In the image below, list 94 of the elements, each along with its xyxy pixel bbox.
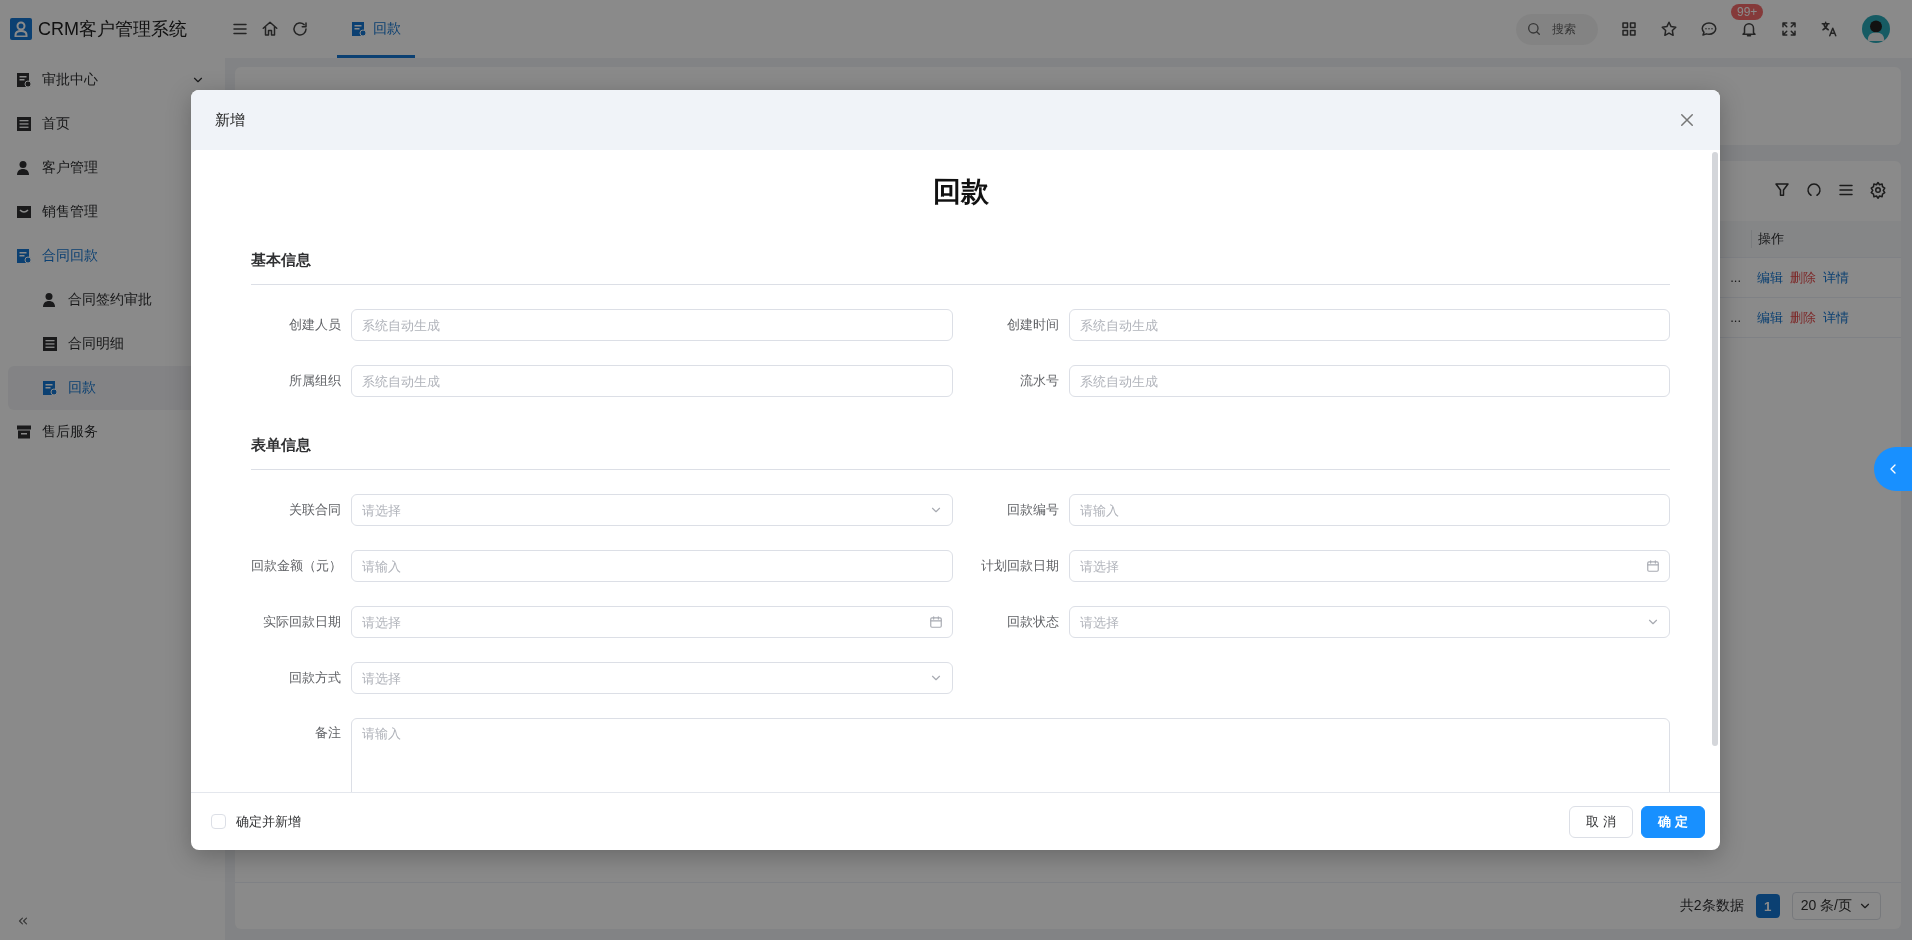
action-link[interactable]: 编辑 bbox=[1757, 308, 1783, 327]
section-title: 表单信息 bbox=[251, 435, 1670, 470]
calendar-icon bbox=[928, 615, 943, 629]
field-label: 回款编号 bbox=[1005, 501, 1060, 519]
sidebar-subitem[interactable]: 合同签约审批 bbox=[8, 278, 225, 322]
fullscreen-button[interactable] bbox=[1780, 20, 1798, 38]
refresh-button[interactable] bbox=[291, 20, 309, 38]
apps-button[interactable] bbox=[1620, 20, 1638, 38]
date-field[interactable]: 请选择 bbox=[1068, 550, 1670, 582]
settings-icon bbox=[1869, 181, 1887, 199]
search-icon bbox=[1526, 21, 1542, 37]
input-field[interactable]: 请输入 bbox=[351, 550, 953, 582]
close-button[interactable] bbox=[1678, 111, 1696, 129]
home-icon bbox=[261, 20, 279, 38]
total-count: 共2条数据 bbox=[1679, 897, 1744, 915]
field-label: 备注 bbox=[314, 724, 342, 742]
refresh-icon bbox=[1805, 181, 1823, 199]
field-label: 计划回款日期 bbox=[979, 557, 1060, 575]
select-field[interactable]: 请选择 bbox=[351, 494, 953, 526]
action-link[interactable]: 详情 bbox=[1823, 308, 1849, 327]
filter-button[interactable] bbox=[1773, 181, 1791, 199]
field-label: 流水号 bbox=[1018, 372, 1060, 390]
section-title: 基本信息 bbox=[251, 250, 1670, 285]
settings-button[interactable] bbox=[1869, 181, 1887, 199]
form-heading: 回款 bbox=[931, 175, 990, 209]
field-label: 关联合同 bbox=[288, 501, 342, 519]
field-label: 回款状态 bbox=[1005, 613, 1060, 631]
messages-button[interactable] bbox=[1700, 20, 1718, 38]
notifications-button[interactable] bbox=[1740, 20, 1758, 38]
archive-icon bbox=[16, 424, 32, 440]
app-title: CRM客户管理系统 bbox=[38, 18, 187, 41]
input-field[interactable]: 系统自动生成 bbox=[1068, 365, 1670, 397]
dialog-title: 新增 bbox=[215, 110, 245, 130]
star-icon bbox=[1660, 20, 1678, 38]
confirm-button[interactable]: 确 定 bbox=[1641, 805, 1705, 838]
document-icon bbox=[16, 248, 32, 264]
filter-icon bbox=[1773, 181, 1791, 199]
input-field[interactable]: 系统自动生成 bbox=[351, 309, 953, 341]
logo-icon bbox=[10, 18, 32, 40]
document-icon bbox=[16, 72, 32, 88]
table-cell-text: ... bbox=[1729, 270, 1742, 285]
search-field[interactable]: 搜索 bbox=[1516, 13, 1598, 45]
page-size-select[interactable]: 20 条/页 bbox=[1791, 892, 1881, 920]
favorites-button[interactable] bbox=[1660, 20, 1678, 38]
action-link[interactable]: 编辑 bbox=[1757, 268, 1783, 287]
scrollbar-thumb[interactable] bbox=[1712, 152, 1718, 746]
delete-link[interactable]: 删除 bbox=[1790, 268, 1816, 287]
sidebar-item[interactable]: 售后服务 bbox=[0, 410, 225, 454]
sidebar-item[interactable]: 销售管理 bbox=[0, 190, 225, 234]
user-icon bbox=[16, 160, 32, 176]
calendar-icon bbox=[1646, 559, 1660, 573]
refresh-icon bbox=[291, 20, 309, 38]
checkbox[interactable] bbox=[211, 814, 226, 829]
field-label: 回款金额（元） bbox=[251, 557, 343, 575]
table-cell-text: ... bbox=[1729, 310, 1742, 325]
action-link[interactable]: 详情 bbox=[1823, 268, 1849, 287]
notification-badge: 99+ bbox=[1731, 4, 1764, 20]
chat-icon bbox=[1700, 20, 1718, 38]
close-icon bbox=[1678, 111, 1696, 129]
translate-icon bbox=[1820, 20, 1838, 38]
cancel-button[interactable]: 取 消 bbox=[1569, 805, 1633, 838]
inbox-icon bbox=[16, 204, 32, 220]
refresh-button[interactable] bbox=[1805, 181, 1823, 199]
date-field[interactable]: 请选择 bbox=[351, 606, 953, 638]
document-icon bbox=[42, 380, 58, 396]
tab[interactable]: 回款 bbox=[337, 0, 415, 58]
collapse-sidebar-button[interactable] bbox=[16, 914, 30, 928]
sidebar-item[interactable]: 客户管理 bbox=[0, 146, 225, 190]
double-chevron-left-icon bbox=[16, 914, 30, 928]
language-button[interactable] bbox=[1820, 20, 1838, 38]
field-label: 实际回款日期 bbox=[262, 613, 342, 631]
page-button[interactable]: 1 bbox=[1755, 894, 1780, 918]
user-icon bbox=[42, 292, 58, 308]
home-button[interactable] bbox=[261, 20, 279, 38]
fullscreen-icon bbox=[1780, 20, 1798, 38]
select-field[interactable]: 请选择 bbox=[1068, 606, 1670, 638]
input-field[interactable]: 系统自动生成 bbox=[351, 365, 953, 397]
document-icon bbox=[351, 21, 367, 37]
input-field[interactable]: 请输入 bbox=[1068, 494, 1670, 526]
field-label: 创建人员 bbox=[288, 316, 342, 334]
avatar[interactable] bbox=[1862, 15, 1890, 43]
input-field[interactable]: 系统自动生成 bbox=[1068, 309, 1670, 341]
remark-field[interactable]: 请输入 bbox=[351, 718, 1670, 792]
field-label: 所属组织 bbox=[288, 372, 342, 390]
list-icon bbox=[16, 116, 32, 132]
column-header: 操作 bbox=[1751, 230, 1901, 248]
grid-icon bbox=[1620, 20, 1638, 38]
select-field[interactable]: 请选择 bbox=[351, 662, 953, 694]
field-label: 创建时间 bbox=[1005, 316, 1060, 334]
bell-icon bbox=[1740, 20, 1758, 38]
checkbox-label: 确定并新增 bbox=[236, 812, 301, 831]
list-icon bbox=[42, 336, 58, 352]
delete-link[interactable]: 删除 bbox=[1790, 308, 1816, 327]
field-label: 回款方式 bbox=[288, 669, 342, 687]
